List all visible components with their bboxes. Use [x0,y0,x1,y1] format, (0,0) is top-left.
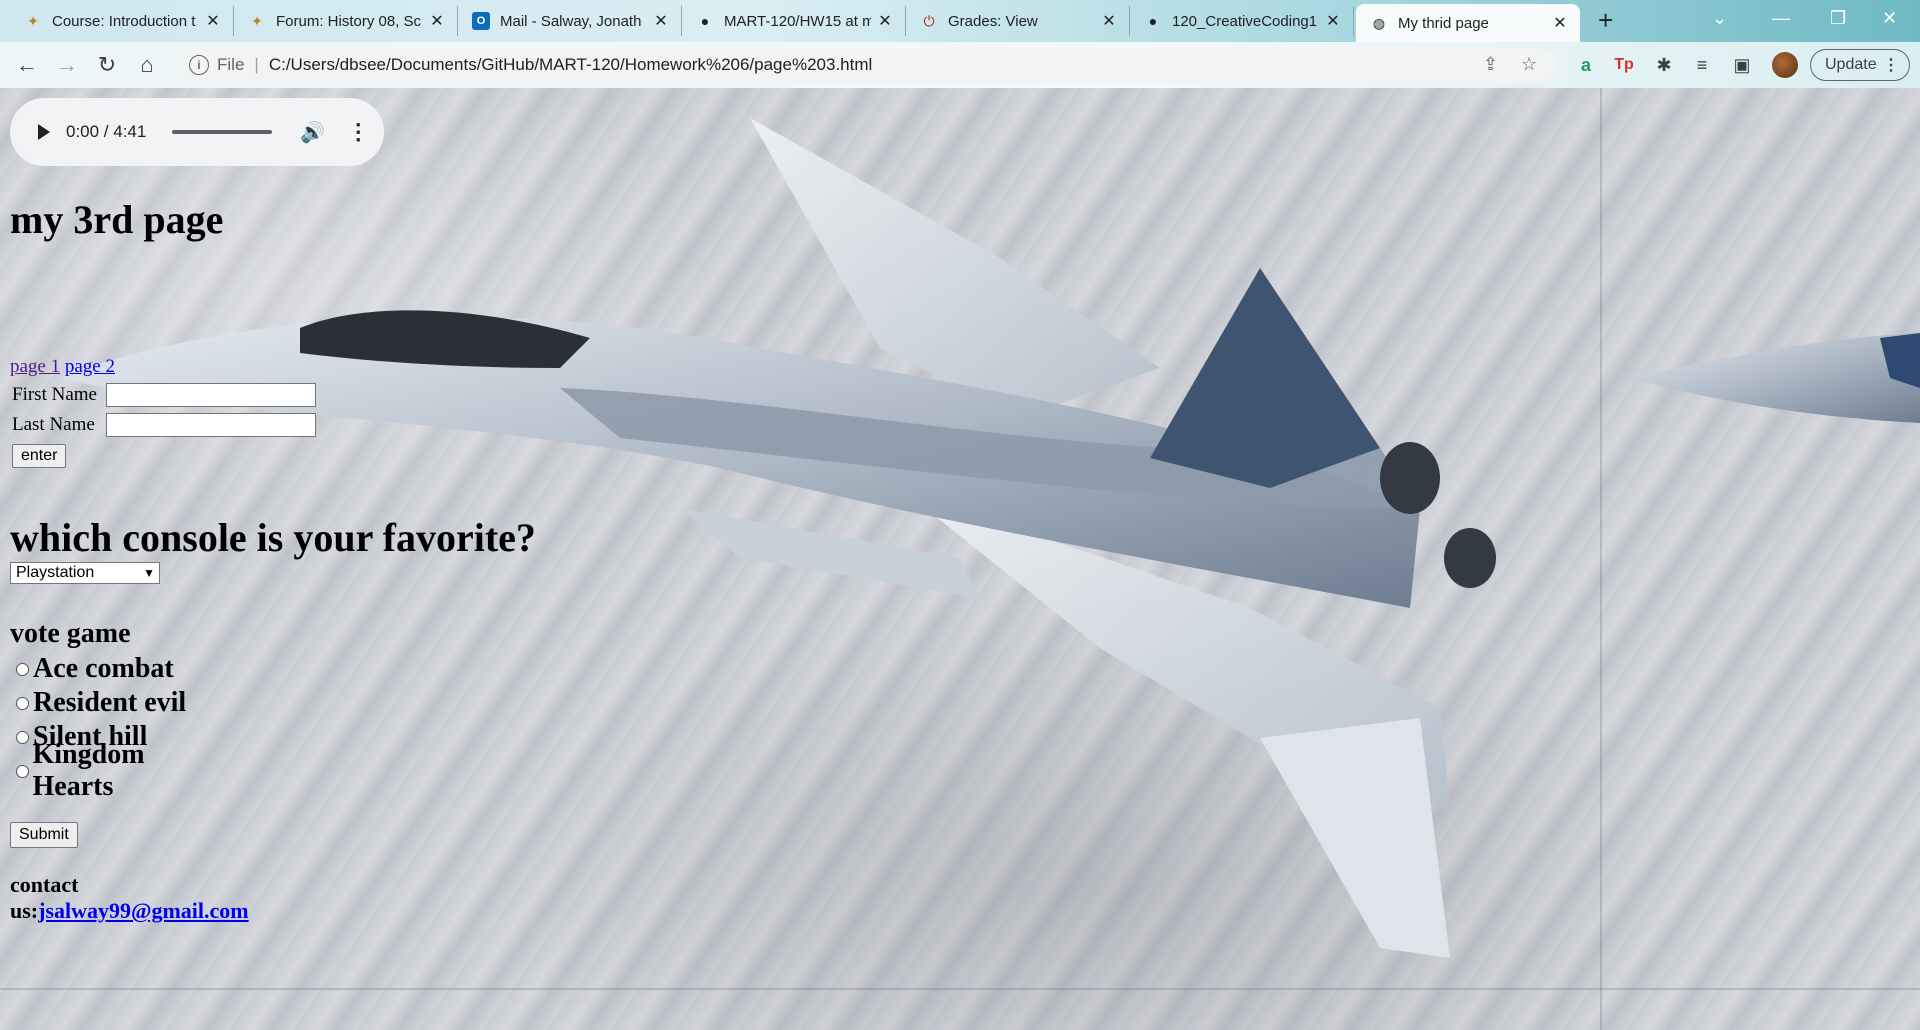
tab-course[interactable]: ✦ Course: Introduction t ✕ [10,6,234,36]
submit-button[interactable]: Submit [10,822,78,848]
tab-forum[interactable]: ✦ Forum: History 08, Sc ✕ [234,6,458,36]
chevron-down-icon: ▼ [143,566,155,580]
close-icon[interactable]: ✕ [1325,11,1341,31]
tab-title: My thrid page [1398,14,1489,32]
update-label: Update [1825,56,1877,73]
tab-title: 120_CreativeCoding1 [1172,12,1318,30]
address-scheme: File [217,55,245,74]
page-links: page 1 page 2 [10,356,115,378]
vote-option-label: Kingdom Hearts [32,739,145,802]
page-title: my 3rd page [10,197,224,242]
vote-option-kingdom-hearts[interactable]: Kingdom Hearts [16,739,223,802]
enter-button[interactable]: enter [12,444,67,468]
radio-button[interactable] [16,764,29,778]
vote-option-label: Ace combat [33,653,174,684]
reading-list-icon[interactable]: ≡ [1690,54,1714,76]
tab-github-hw15[interactable]: ● MART-120/HW15 at m ✕ [682,6,906,36]
tab-mail[interactable]: O Mail - Salway, Jonath ✕ [458,6,682,36]
reload-icon[interactable]: ↻ [92,50,122,80]
site-info-icon[interactable]: i [189,55,209,75]
globe-icon: ◍ [1372,14,1386,31]
close-icon[interactable]: ✕ [429,11,445,31]
extension-a-icon[interactable]: a [1574,54,1598,76]
outlook-icon: O [472,12,490,30]
console-select[interactable]: Playstation ▼ [10,562,160,584]
vote-option-ace-combat[interactable]: Ace combat [16,652,223,686]
last-name-label: Last Name [12,414,95,435]
update-button[interactable]: Update ⋮ [1810,49,1910,81]
home-icon[interactable]: ⌂ [132,50,162,80]
share-icon[interactable]: ⇪ [1483,54,1498,75]
extensions-puzzle-icon[interactable]: ✱ [1652,54,1676,76]
close-icon[interactable]: ✕ [205,11,221,31]
more-options-icon[interactable]: ⋮ [347,119,369,145]
close-icon[interactable]: ✕ [1552,13,1568,33]
first-name-row: First Name [12,380,316,410]
page-viewport: 0:00 / 4:41 🔊 ⋮ my 3rd page page 1 page … [0,88,1920,1030]
address-url: C:/Users/dbsee/Documents/GitHub/MART-120… [268,55,873,74]
course-icon: ✦ [27,12,39,29]
tab-github-creativecoding[interactable]: ● 120_CreativeCoding1 ✕ [1130,6,1354,36]
console-question-heading: which console is your favorite? [10,515,536,560]
tab-grades[interactable]: ⏻ Grades: View ✕ [906,6,1130,36]
vote-option-resident-evil[interactable]: Resident evil [16,686,223,720]
vote-options: Ace combat Resident evil Silent hill Kin… [16,652,223,802]
audio-seek-slider[interactable] [172,130,273,134]
link-page-1[interactable]: page 1 [10,356,60,377]
github-icon: ● [700,13,710,29]
profile-avatar[interactable] [1772,52,1798,78]
vote-heading: vote game [10,618,131,649]
browser-toolbar: ← → ↻ ⌂ i File | C:/Users/dbsee/Document… [0,42,1920,88]
github-icon: ● [1148,13,1158,29]
tab-title: MART-120/HW15 at m [724,12,871,30]
contact-line: contact us:jsalway99@gmail.com [10,872,249,924]
contact-email-link[interactable]: jsalway99@gmail.com [38,898,249,923]
tab-title: Course: Introduction t [52,12,196,30]
power-icon: ⏻ [923,12,935,29]
address-bar[interactable]: i File | C:/Users/dbsee/Documents/GitHub… [175,48,1557,82]
tab-title: Grades: View [948,12,1038,30]
audio-player[interactable]: 0:00 / 4:41 🔊 ⋮ [10,98,384,166]
radio-button[interactable] [16,662,29,676]
forward-arrow-icon[interactable]: → [52,50,82,80]
new-tab-plus-icon[interactable]: + [1598,7,1613,33]
tab-strip: ✦ Course: Introduction t ✕ ✦ Forum: Hist… [0,0,1920,42]
close-icon[interactable]: ✕ [1101,11,1117,31]
last-name-field[interactable] [106,413,316,437]
radio-button[interactable] [16,696,29,710]
back-arrow-icon[interactable]: ← [12,50,42,80]
tab-search-chevron-icon[interactable]: ⌄ [1712,8,1727,29]
vote-option-label: Resident evil [33,687,187,718]
close-icon[interactable]: ✕ [653,11,669,31]
last-name-row: Last Name [12,410,316,440]
first-name-label: First Name [12,384,97,405]
name-form: First Name Last Name enter [12,380,316,468]
link-page-2[interactable]: page 2 [65,356,115,377]
menu-kebab-icon[interactable]: ⋮ [1883,55,1899,75]
minimize-icon[interactable]: — [1772,8,1790,29]
restore-icon[interactable]: ❐ [1830,8,1846,29]
extension-tp-icon[interactable]: Tp [1612,54,1636,76]
console-select-value: Playstation [16,564,95,581]
bookmark-star-icon[interactable]: ☆ [1521,54,1537,75]
forum-icon: ✦ [251,12,263,29]
window-close-icon[interactable]: ✕ [1882,8,1897,29]
page-content: my 3rd page page 1 page 2 First Name Las… [10,196,536,923]
tab-my-third-page[interactable]: ◍ My thrid page ✕ [1356,4,1580,42]
play-icon[interactable] [38,124,50,140]
volume-icon[interactable]: 🔊 [300,120,325,145]
radio-button[interactable] [16,730,29,744]
address-separator: | [254,55,259,74]
audio-time: 0:00 / 4:41 [66,122,147,141]
close-icon[interactable]: ✕ [877,11,893,31]
first-name-field[interactable] [106,383,316,407]
tab-title: Mail - Salway, Jonath [500,12,642,30]
tab-title: Forum: History 08, Sc [276,12,422,30]
side-panel-icon[interactable]: ▣ [1730,54,1754,76]
